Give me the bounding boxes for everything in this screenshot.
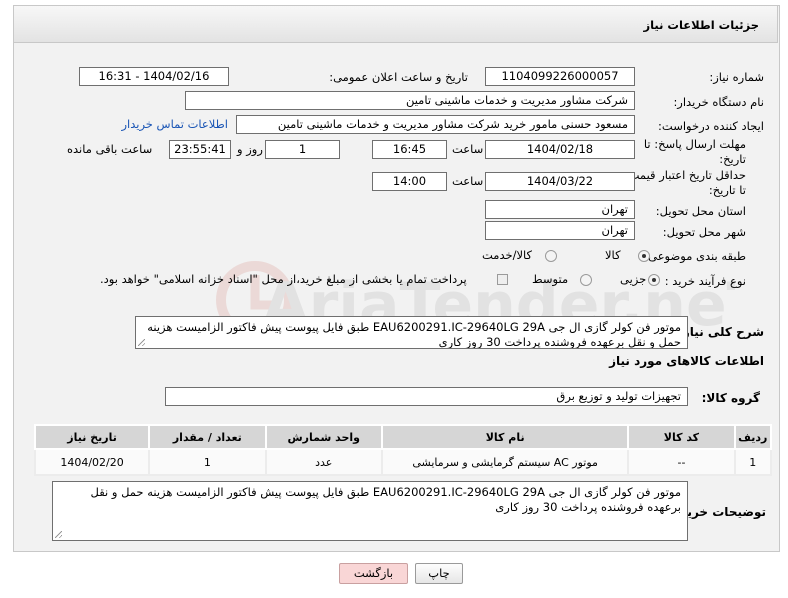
price-validity-label-1: حداقل تاریخ اعتبار قیمت: [624,168,746,182]
back-button[interactable]: بازگشت [339,563,408,584]
category-option-goods-service: کالا/خدمت [482,248,533,262]
table-row: 1 -- موتور AC سیستم گرمایشی و سرمایشی عد… [33,448,772,476]
reply-deadline-time: 16:45 [372,140,447,159]
col-date-header: تاریخ نیاز [33,424,151,450]
goods-group-field: تجهیزات تولید و توزیع برق [165,387,688,406]
print-button[interactable]: چاپ [415,563,463,584]
days-label: روز و [237,142,263,156]
delivery-province-label: استان محل تحویل: [655,204,746,218]
remaining-time-field: 23:55:41 [169,140,231,159]
cell-name: موتور AC سیستم گرمایشی و سرمایشی [380,448,630,476]
process-radio-minor[interactable] [648,274,660,286]
delivery-province-field: تهران [485,200,635,219]
announce-datetime-field: 1404/02/16 - 16:31 [79,67,229,86]
remaining-label: ساعت باقی مانده [67,142,153,156]
col-qty-header: تعداد / مقدار [148,424,267,450]
delivery-city-field: تهران [485,221,635,240]
category-radio-goods-service[interactable] [545,250,557,262]
col-name-header: نام کالا [380,424,630,450]
cell-unit: عدد [264,448,383,476]
table-header-row: ردیف کد کالا نام کالا واحد شمارش تعداد /… [33,424,772,450]
resize-grip-icon[interactable] [55,531,62,538]
panel-header: جزئیات اطلاعات نیاز [13,5,778,43]
reply-deadline-date: 1404/02/18 [485,140,635,159]
cell-qty: 1 [148,448,267,476]
reply-time-label: ساعت [452,142,484,156]
col-unit-header: واحد شمارش [264,424,383,450]
buyer-contact-link[interactable]: اطلاعات تماس خریدار [121,117,228,131]
cell-row: 1 [733,448,772,476]
treasury-payment-note: پرداخت تمام یا بخشی از مبلغ خرید،از محل … [100,272,467,286]
reply-deadline-label-2: تاریخ: [719,152,746,166]
goods-group-label: گروه کالا: [701,391,760,405]
buyer-notes-text: موتور فن کولر گازی ال جی EAU6200291.IC-2… [90,485,681,514]
need-number-field: 1104099226000057 [485,67,635,86]
price-validity-time: 14:00 [372,172,447,191]
buyer-notes-textarea[interactable]: موتور فن کولر گازی ال جی EAU6200291.IC-2… [52,481,688,541]
process-type-label: نوع فرآیند خرید : [664,274,746,288]
page-title: جزئیات اطلاعات نیاز [643,18,759,32]
process-option-medium: متوسط [532,272,569,286]
delivery-city-label: شهر محل تحویل: [662,225,746,239]
process-radio-medium[interactable] [580,274,592,286]
requester-label: ایجاد کننده درخواست: [658,119,764,133]
buyer-org-label: نام دستگاه خریدار: [673,95,764,109]
validity-time-label: ساعت [452,174,484,188]
buyer-org-field: شرکت مشاور مدیریت و خدمات ماشینی تامین [185,91,635,110]
announce-datetime-label: تاریخ و ساعت اعلان عمومی: [329,70,468,84]
reply-deadline-label-1: مهلت ارسال پاسخ: تا [643,137,746,151]
col-code-header: کد کالا [627,424,736,450]
category-option-goods: کالا [605,248,621,262]
general-desc-text: موتور فن کولر گازی ال جی EAU6200291.IC-2… [147,320,681,349]
price-validity-label-2: تا تاریخ: [708,183,746,197]
category-label: طبقه بندی موضوعی: [644,249,746,263]
general-desc-textarea[interactable]: موتور فن کولر گازی ال جی EAU6200291.IC-2… [135,316,688,349]
treasury-payment-checkbox[interactable] [497,274,508,285]
need-number-label: شماره نیاز: [709,70,764,84]
cell-date: 1404/02/20 [33,448,151,476]
cell-code: -- [627,448,736,476]
goods-table: ردیف کد کالا نام کالا واحد شمارش تعداد /… [33,424,772,476]
resize-grip-icon[interactable] [138,339,145,346]
category-radio-goods[interactable] [638,250,650,262]
reply-days-field: 1 [265,140,340,159]
price-validity-date: 1404/03/22 [485,172,635,191]
process-option-minor: جزیی [620,272,647,286]
goods-info-heading: اطلاعات کالاهای مورد نیاز [609,354,764,368]
general-desc-label: شرح کلی نیاز: [678,325,764,339]
requester-field: مسعود حسنی مامور خرید شرکت مشاور مدیریت … [236,115,635,134]
col-row-header: ردیف [733,424,772,450]
